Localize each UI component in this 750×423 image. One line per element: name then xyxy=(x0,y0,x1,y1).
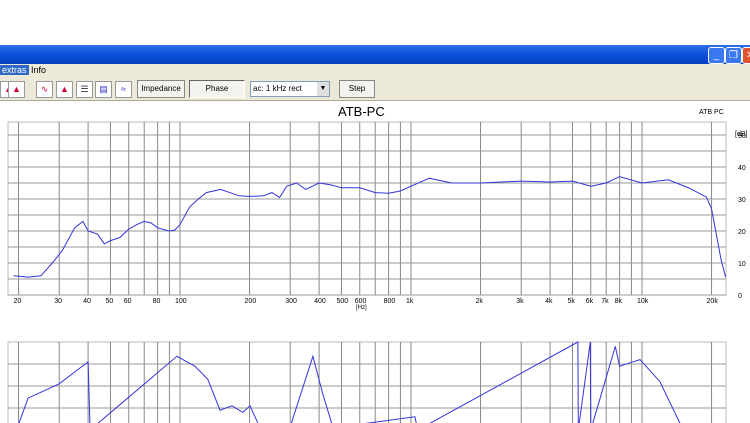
plot-frame xyxy=(7,121,727,296)
series-line xyxy=(13,176,727,278)
series-line xyxy=(18,341,681,423)
plot-frame xyxy=(7,341,727,423)
frequency-response-plot xyxy=(7,121,727,423)
